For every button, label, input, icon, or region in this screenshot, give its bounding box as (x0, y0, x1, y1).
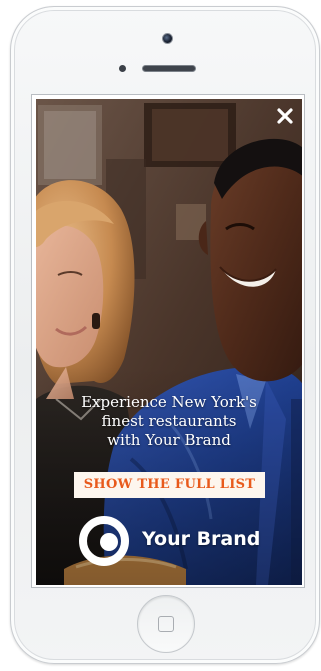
brand-name: Your Brand (142, 528, 261, 550)
interstitial-ad[interactable]: Experience New York's finest restaurants… (36, 99, 302, 585)
headline-line-1: Experience New York's (81, 393, 257, 411)
show-full-list-button[interactable]: SHOW THE FULL LIST (74, 472, 265, 498)
brand-lockup[interactable]: Your Brand (78, 513, 278, 569)
front-camera (162, 33, 173, 44)
proximity-sensor (119, 65, 126, 72)
home-square-icon (158, 616, 174, 632)
ad-headline: Experience New York's finest restaurants… (46, 393, 292, 450)
phone-frame: Experience New York's finest restaurants… (10, 6, 320, 664)
home-button[interactable] (137, 595, 195, 653)
close-icon[interactable] (276, 107, 294, 125)
phone-screen: Experience New York's finest restaurants… (31, 94, 305, 588)
earpiece-speaker (142, 65, 196, 72)
headline-line-2: finest restaurants (101, 412, 237, 430)
headline-line-3: with Your Brand (107, 431, 231, 449)
brand-logo-icon (79, 516, 129, 566)
